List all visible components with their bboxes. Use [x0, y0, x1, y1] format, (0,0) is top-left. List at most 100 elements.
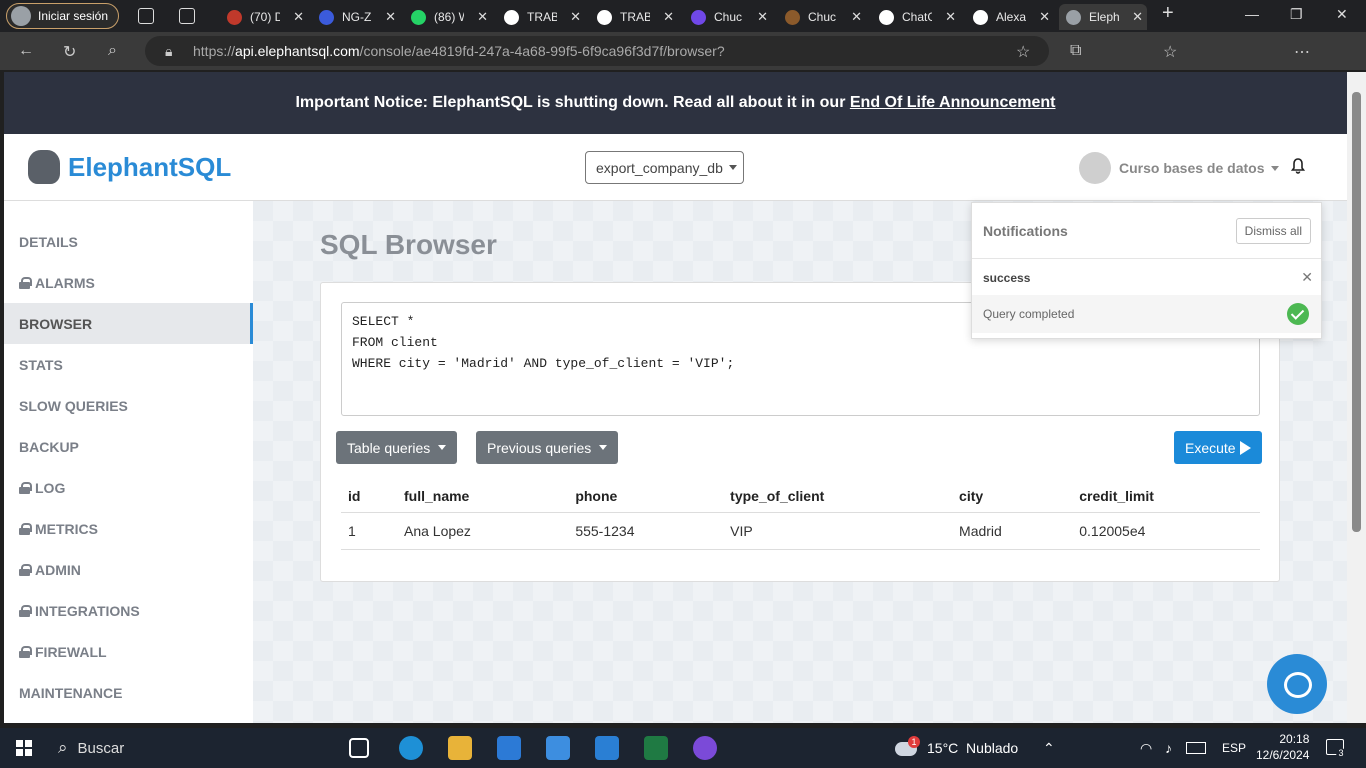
browser-tab[interactable]: (86) W ✕ — [404, 4, 492, 30]
tab-title: (86) W — [434, 10, 464, 24]
browser-tab[interactable]: Eleph ✕ — [1059, 4, 1147, 30]
close-tab-icon[interactable]: ✕ — [945, 9, 956, 25]
table-row: 1 Ana Lopez 555-1234 VIP Madrid 0.12005e4 — [341, 512, 1260, 550]
sidebar-item-slow-queries[interactable]: SLOW QUERIES — [4, 385, 253, 426]
execute-button[interactable]: Execute — [1174, 431, 1262, 464]
sidebar-item-log[interactable]: LOG — [4, 467, 253, 508]
sidebar-item-stats[interactable]: STATS — [4, 344, 253, 385]
github-desktop-icon[interactable] — [693, 736, 717, 760]
close-tab-icon[interactable]: ✕ — [477, 9, 488, 25]
tab-favicon-icon — [973, 9, 988, 25]
tab-title: Eleph — [1089, 10, 1119, 24]
browser-tab[interactable]: Alexa ✕ — [966, 4, 1054, 30]
sidebar-item-backup[interactable]: BACKUP — [4, 426, 253, 467]
new-tab-icon[interactable]: + — [1162, 2, 1174, 25]
profile-label: Iniciar sesión — [38, 9, 109, 23]
sidebar-item-integrations[interactable]: INTEGRATIONS — [4, 590, 253, 631]
windows-start-icon[interactable] — [16, 740, 32, 756]
language-indicator[interactable]: ESP — [1222, 741, 1246, 755]
column-header: credit_limit — [1072, 480, 1260, 513]
scrollbar-thumb[interactable] — [1352, 92, 1361, 532]
close-tab-icon[interactable]: ✕ — [663, 9, 674, 25]
column-header: id — [341, 480, 397, 513]
sidebar-item-firewall[interactable]: FIREWALL — [4, 631, 253, 672]
volume-icon[interactable]: ♪ — [1165, 740, 1172, 756]
chevron-up-icon[interactable]: ⌃ — [1043, 740, 1055, 757]
sidebar-item-label: SLOW QUERIES — [19, 397, 128, 414]
url-path: /console/ae4819fd-247a-4a68-99f5-6f9ca96… — [359, 43, 725, 59]
bell-icon[interactable] — [1291, 158, 1305, 174]
browser-tab[interactable]: TRAB ✕ — [497, 4, 585, 30]
file-explorer-icon[interactable] — [448, 736, 472, 760]
browser-tab[interactable]: Chuc ✕ — [684, 4, 772, 30]
more-menu-icon[interactable]: ⋯ — [1294, 42, 1310, 62]
tab-favicon-icon — [597, 9, 612, 25]
close-tab-icon[interactable]: ✕ — [851, 9, 862, 25]
sidebar-item-label: METRICS — [35, 520, 98, 537]
mail-icon[interactable] — [497, 736, 521, 760]
wifi-icon[interactable]: ◠ — [1140, 740, 1152, 757]
search-icon: ⌕ — [58, 738, 68, 757]
edge-icon[interactable] — [399, 736, 423, 760]
minimize-icon[interactable]: — — [1245, 6, 1259, 22]
close-window-icon[interactable]: ✕ — [1336, 6, 1348, 23]
browser-tab[interactable]: TRAB ✕ — [590, 4, 678, 30]
browser-tab[interactable]: NG-Z ✕ — [312, 4, 400, 30]
close-tab-icon[interactable]: ✕ — [570, 9, 581, 25]
column-header: full_name — [396, 480, 569, 513]
taskbar-search[interactable]: ⌕ Buscar — [48, 728, 124, 768]
tab-actions-icon[interactable] — [179, 8, 195, 24]
sidebar-item-alarms[interactable]: ALARMS — [4, 262, 253, 303]
dismiss-all-button[interactable]: Dismiss all — [1235, 218, 1311, 244]
task-view-icon[interactable] — [349, 738, 369, 758]
sidebar-item-label: MAINTENANCE — [19, 684, 123, 701]
notification-text: Query completed — [983, 307, 1075, 321]
store-icon[interactable] — [546, 736, 570, 760]
results-table: id full_name phone type_of_client city credit… — [341, 480, 1260, 550]
extensions-icon[interactable]: ⧉ — [1070, 42, 1081, 60]
sidebar-item-metrics[interactable]: METRICS — [4, 508, 253, 549]
profile-button[interactable]: Iniciar sesión — [6, 3, 119, 29]
database-select[interactable]: export_company_db — [585, 151, 744, 184]
elephant-logo-icon — [28, 150, 60, 184]
web-page: Important Notice: ElephantSQL is shuttin… — [4, 72, 1347, 723]
maximize-icon[interactable]: ❐ — [1290, 6, 1303, 23]
browser-tab[interactable]: ChatG ✕ — [872, 4, 960, 30]
keyboard-icon[interactable] — [1186, 742, 1206, 754]
workspaces-icon[interactable] — [138, 8, 154, 24]
weather-text[interactable]: 15°C Nublado — [927, 740, 1018, 756]
sidebar-item-label: STATS — [19, 356, 63, 373]
close-tab-icon[interactable]: ✕ — [757, 9, 768, 25]
browser-tab[interactable]: Chuc ✕ — [778, 4, 866, 30]
table-queries-button[interactable]: Table queries — [336, 431, 458, 464]
browser-tab[interactable]: (70) D ✕ — [220, 4, 308, 30]
close-tab-icon[interactable]: ✕ — [385, 9, 396, 25]
brand-logo[interactable]: ElephantSQL — [28, 150, 231, 184]
user-menu[interactable]: Curso bases de datos — [1079, 152, 1279, 184]
close-icon[interactable]: ✕ — [1301, 269, 1313, 286]
favorite-star-icon[interactable]: ☆ — [1016, 42, 1030, 62]
notifications-panel: Notifications Dismiss all success ✕ Quer… — [971, 202, 1322, 339]
taskbar-clock[interactable]: 20:18 12/6/2024 — [1256, 731, 1309, 763]
sidebar-item-maintenance[interactable]: MAINTENANCE — [4, 672, 253, 713]
page-scrollbar[interactable] — [1347, 72, 1366, 723]
previous-queries-button[interactable]: Previous queries — [476, 431, 619, 464]
chat-support-icon[interactable] — [1267, 654, 1327, 714]
close-tab-icon[interactable]: ✕ — [1132, 9, 1143, 25]
back-icon[interactable]: ← — [18, 42, 34, 60]
chevron-down-icon — [1270, 165, 1279, 171]
sidebar-item-label: ADMIN — [35, 561, 81, 578]
favorites-icon[interactable]: ☆ — [1163, 42, 1177, 62]
sidebar-item-admin[interactable]: ADMIN — [4, 549, 253, 590]
vscode-icon[interactable] — [595, 736, 619, 760]
refresh-icon[interactable]: ↻ — [63, 42, 76, 62]
search-icon[interactable]: ⌕ — [108, 42, 117, 60]
sidebar-item-browser[interactable]: BROWSER — [4, 303, 253, 344]
excel-icon[interactable] — [644, 736, 668, 760]
close-tab-icon[interactable]: ✕ — [293, 9, 304, 25]
sidebar-item-details[interactable]: DETAILS — [4, 221, 253, 262]
close-tab-icon[interactable]: ✕ — [1039, 9, 1050, 25]
sidebar-item-label: BROWSER — [19, 315, 93, 332]
end-of-life-link[interactable]: End Of Life Announcement — [850, 94, 1056, 112]
url-input[interactable]: 🔒︎ https://api.elephantsql.com/console/a… — [145, 36, 1049, 66]
